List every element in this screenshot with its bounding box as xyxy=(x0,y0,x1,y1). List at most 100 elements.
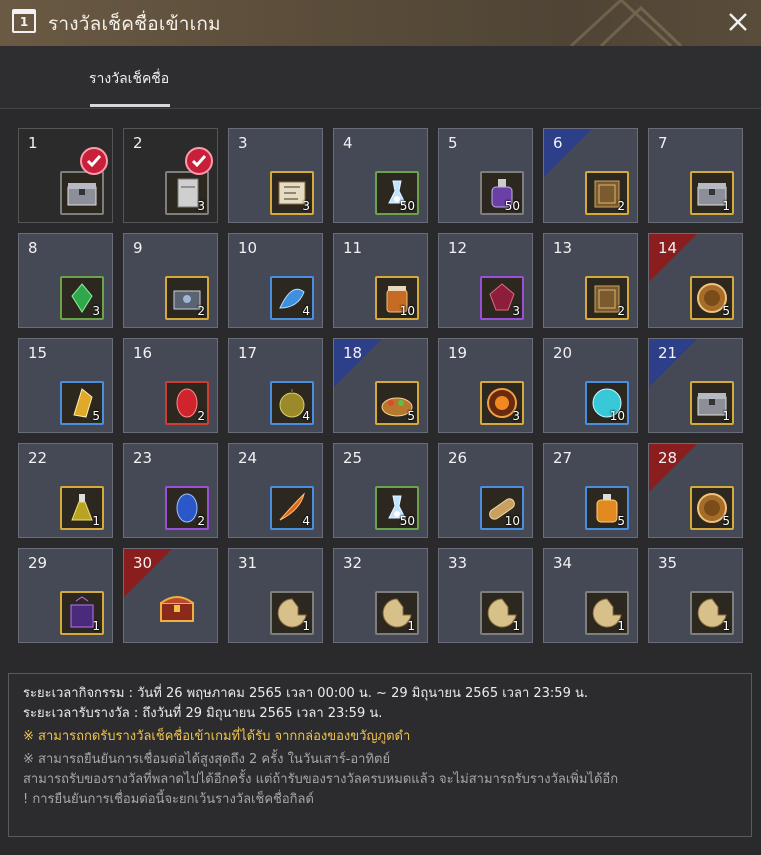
item-quantity: 1 xyxy=(617,619,625,633)
cookie-icon: 1 xyxy=(375,591,419,635)
day-number: 2 xyxy=(133,134,143,152)
reward-cell-day-26[interactable]: 26 10 xyxy=(438,443,533,538)
day-number: 3 xyxy=(238,134,248,152)
moon-orb-icon: 10 xyxy=(585,381,629,425)
reward-cell-day-24[interactable]: 24 4 xyxy=(228,443,323,538)
reward-cell-day-10[interactable]: 10 4 xyxy=(228,233,323,328)
item-quantity: 1 xyxy=(722,619,730,633)
book-icon: 2 xyxy=(585,171,629,215)
day-number: 11 xyxy=(343,239,363,257)
steel-chest-icon: 2 xyxy=(165,276,209,320)
day-number: 31 xyxy=(238,554,258,572)
silver-chest-icon xyxy=(60,171,104,215)
reward-cell-day-6[interactable]: 62 xyxy=(543,128,638,223)
reward-cell-day-16[interactable]: 16 2 xyxy=(123,338,218,433)
honey-jar-icon: 10 xyxy=(375,276,419,320)
orange-potion-icon: 5 xyxy=(585,486,629,530)
reward-cell-day-2[interactable]: 23 xyxy=(123,128,218,223)
rules-line-2: สามารถรับของรางวัลที่พลาดไปได้อีกครั้ง แ… xyxy=(23,772,619,787)
special-ribbon xyxy=(544,129,592,177)
reward-cell-day-25[interactable]: 25 50 xyxy=(333,443,428,538)
item-quantity: 1 xyxy=(722,199,730,213)
day-number: 24 xyxy=(238,449,258,467)
reward-cell-day-31[interactable]: 31 1 xyxy=(228,548,323,643)
day-number: 28 xyxy=(658,449,678,467)
reward-cell-day-34[interactable]: 34 1 xyxy=(543,548,638,643)
item-quantity: 2 xyxy=(617,199,625,213)
reward-cell-day-33[interactable]: 33 1 xyxy=(438,548,533,643)
active-tab-indicator xyxy=(90,104,170,107)
item-quantity: 1 xyxy=(407,619,415,633)
reward-cell-day-7[interactable]: 71 xyxy=(648,128,743,223)
day-number: 21 xyxy=(658,344,678,362)
reward-cell-day-20[interactable]: 20 10 xyxy=(543,338,638,433)
day-number: 27 xyxy=(553,449,573,467)
decorative-pattern xyxy=(569,0,683,46)
rules-line-3: ! การยืนยันการเชื่อมต่อนี้จะยกเว้นรางวัล… xyxy=(23,792,314,807)
item-quantity: 50 xyxy=(504,199,520,213)
book-icon: 2 xyxy=(585,276,629,320)
day-number: 1 xyxy=(28,134,38,152)
close-icon[interactable] xyxy=(725,9,751,35)
day-number: 8 xyxy=(28,239,38,257)
reward-cell-day-4[interactable]: 4 50 xyxy=(333,128,428,223)
day-number: 5 xyxy=(448,134,458,152)
reward-cell-day-21[interactable]: 21 1 xyxy=(648,338,743,433)
reward-grid: 1 2 3 3 3 4 50 5 50 6 2 7 1 8 3 9 2 10 4 11 10 12 3 13 2 14 5 15 5 16… xyxy=(18,128,748,648)
tab-checkin-rewards[interactable]: รางวัลเช็คชื่อ xyxy=(89,68,169,90)
reward-cell-day-9[interactable]: 92 xyxy=(123,233,218,328)
blue-gem-icon: 2 xyxy=(165,486,209,530)
purple-box-icon: 1 xyxy=(60,591,104,635)
reward-cell-day-3[interactable]: 33 xyxy=(228,128,323,223)
reward-cell-day-30[interactable]: 30 xyxy=(123,548,218,643)
reward-cell-day-27[interactable]: 27 5 xyxy=(543,443,638,538)
day-number: 4 xyxy=(343,134,353,152)
item-quantity: 5 xyxy=(617,514,625,528)
potion-vial-icon: 50 xyxy=(375,171,419,215)
reward-cell-day-22[interactable]: 22 1 xyxy=(18,443,113,538)
reward-cell-day-17[interactable]: 17 4 xyxy=(228,338,323,433)
reward-cell-day-14[interactable]: 14 5 xyxy=(648,233,743,328)
yellow-potion-icon: 1 xyxy=(60,486,104,530)
reward-cell-day-12[interactable]: 12 3 xyxy=(438,233,533,328)
item-quantity: 1 xyxy=(92,514,100,528)
reward-cell-day-15[interactable]: 15 5 xyxy=(18,338,113,433)
item-quantity: 3 xyxy=(197,199,205,213)
item-quantity: 10 xyxy=(504,514,520,528)
item-quantity: 4 xyxy=(302,409,310,423)
reward-cell-day-11[interactable]: 11 10 xyxy=(333,233,428,328)
reward-cell-day-29[interactable]: 29 1 xyxy=(18,548,113,643)
durian-icon: 4 xyxy=(270,381,314,425)
reward-cell-day-35[interactable]: 35 1 xyxy=(648,548,743,643)
item-quantity: 50 xyxy=(399,514,415,528)
treasure-chest-icon xyxy=(157,587,209,635)
scroll-roll-icon: 10 xyxy=(480,486,524,530)
claim-period-text: ระยะเวลารับรางวัล : ถึงวันที่ 29 มิถุนาย… xyxy=(23,706,383,721)
reward-cell-day-28[interactable]: 28 5 xyxy=(648,443,743,538)
day-number: 29 xyxy=(28,554,48,572)
reward-cell-day-13[interactable]: 13 2 xyxy=(543,233,638,328)
item-quantity: 4 xyxy=(302,514,310,528)
reward-cell-day-23[interactable]: 23 2 xyxy=(123,443,218,538)
reward-cell-day-1[interactable]: 1 xyxy=(18,128,113,223)
day-number: 25 xyxy=(343,449,363,467)
reward-cell-day-32[interactable]: 32 1 xyxy=(333,548,428,643)
map-scroll-icon: 3 xyxy=(270,171,314,215)
fire-feather-icon: 4 xyxy=(270,486,314,530)
window-title: รางวัลเช็คชื่อเข้าเกม xyxy=(48,13,221,35)
day-number: 17 xyxy=(238,344,258,362)
red-gem-icon: 3 xyxy=(480,276,524,320)
cookie-icon: 1 xyxy=(270,591,314,635)
blue-shell-icon: 4 xyxy=(270,276,314,320)
reward-cell-day-18[interactable]: 18 5 xyxy=(333,338,428,433)
reward-cell-day-5[interactable]: 5 50 xyxy=(438,128,533,223)
day-number: 13 xyxy=(553,239,573,257)
reward-cell-day-8[interactable]: 83 xyxy=(18,233,113,328)
day-number: 30 xyxy=(133,554,153,572)
claimed-check-icon xyxy=(185,147,213,175)
cookie-icon: 1 xyxy=(480,591,524,635)
event-period-text: ระยะเวลากิจกรรม : วันที่ 26 พฤษภาคม 2565… xyxy=(23,686,588,701)
tab-bar: รางวัลเช็คชื่อ xyxy=(0,46,761,109)
reward-cell-day-19[interactable]: 19 3 xyxy=(438,338,533,433)
silver-chest-icon: 1 xyxy=(690,171,734,215)
